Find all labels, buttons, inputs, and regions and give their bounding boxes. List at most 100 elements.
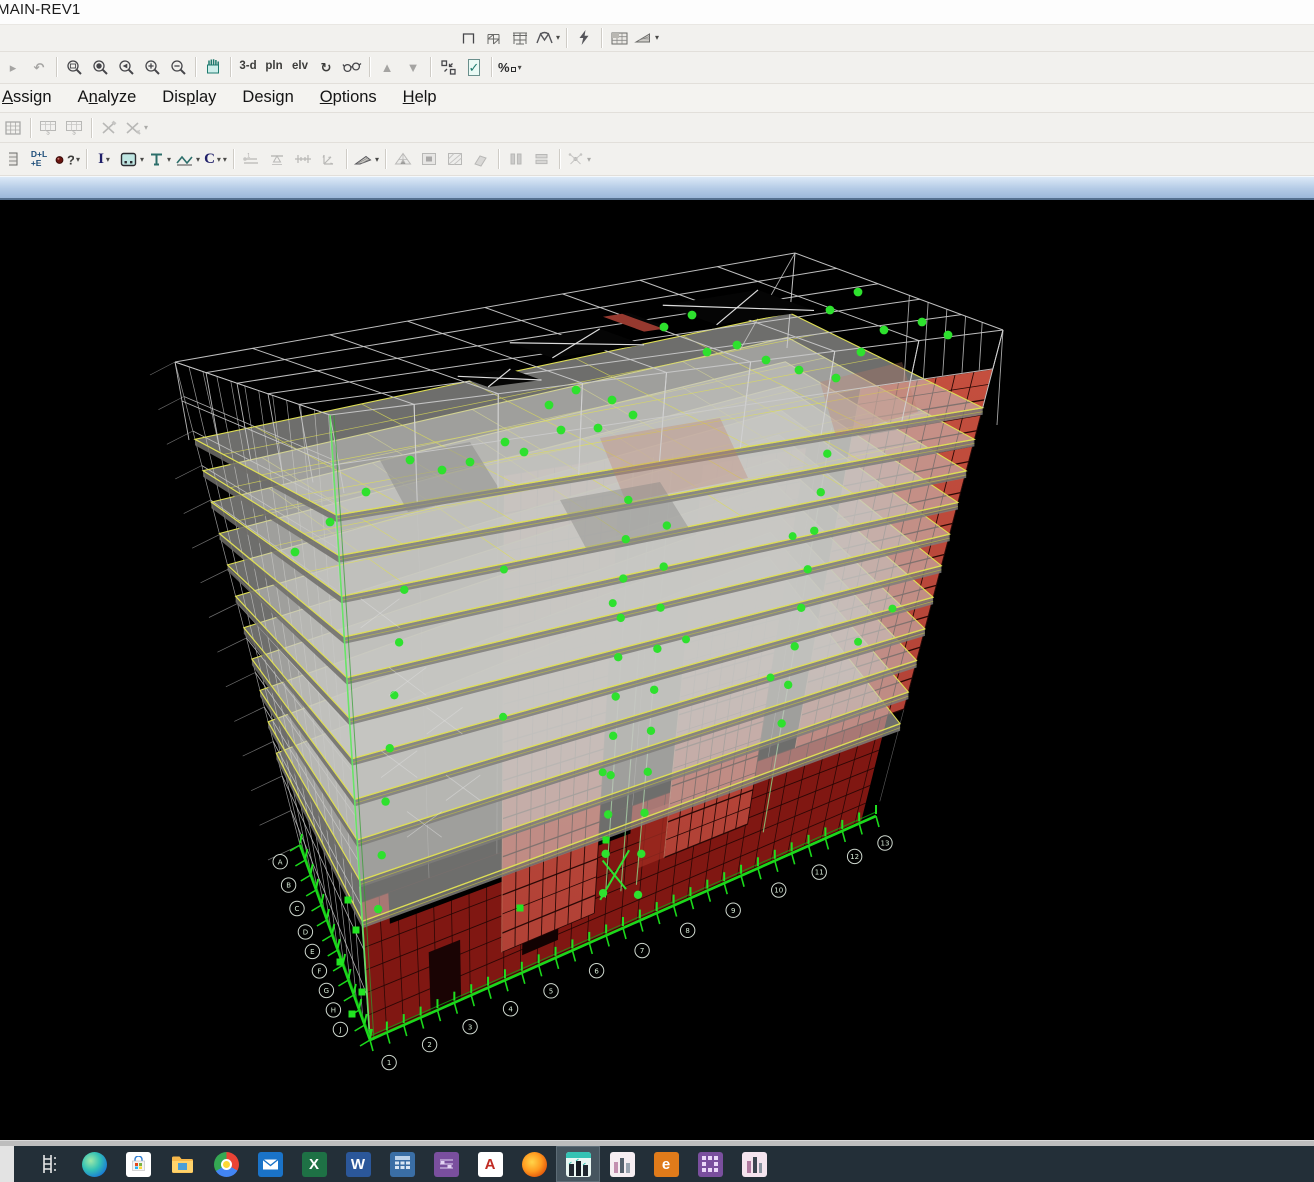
menu-help[interactable]: Help	[390, 85, 450, 112]
perspective-toggle-icon[interactable]	[340, 55, 364, 79]
dropdown-arrow-icon[interactable]: ▾	[223, 155, 227, 164]
taskbar-autocad-icon[interactable]: A	[468, 1146, 512, 1182]
joint-support-icon	[265, 147, 289, 171]
svg-text:B: B	[286, 882, 291, 890]
braced-frame-template-icon[interactable]	[482, 26, 506, 50]
rotate-view-icon[interactable]: ↻	[314, 55, 338, 79]
taskbar-word-icon[interactable]: W	[336, 1146, 380, 1182]
dropdown-arrow-icon[interactable]: ▾	[196, 155, 200, 164]
object-shrink-toggle-icon[interactable]	[436, 55, 460, 79]
toolbar-separator	[369, 57, 370, 77]
svg-text:D: D	[303, 929, 308, 937]
edge-clipped-icon[interactable]	[1, 147, 25, 171]
svg-text:5: 5	[549, 987, 553, 995]
restore-full-view-icon[interactable]	[88, 55, 112, 79]
dropdown-arrow-icon[interactable]: ▾	[556, 33, 560, 42]
dropdown-arrow-icon[interactable]: ▾	[140, 155, 144, 164]
previous-zoom-icon[interactable]	[114, 55, 138, 79]
frame-section-icon[interactable]: I▾	[92, 147, 116, 171]
zoom-out-icon[interactable]	[166, 55, 190, 79]
area-ramp-icon[interactable]: ▾	[352, 147, 380, 171]
menu-display[interactable]: Display	[149, 85, 229, 112]
dropdown-arrow-icon[interactable]: ▾	[655, 33, 659, 42]
menu-options[interactable]: Options	[307, 85, 390, 112]
portal-frame-template-icon[interactable]	[456, 26, 480, 50]
menu-assign[interactable]: Assign	[0, 85, 65, 112]
channel-section-icon[interactable]: C▾▾	[203, 147, 228, 171]
tee-section-icon[interactable]: ▾	[147, 147, 172, 171]
svg-text:11: 11	[815, 869, 824, 877]
special-frame-template-icon[interactable]: ▾	[534, 26, 561, 50]
view-window-titlebar[interactable]	[0, 176, 1314, 200]
view-3d-icon[interactable]: 3-d	[236, 55, 260, 79]
pier-label-icon	[469, 147, 493, 171]
taskbar-store-icon[interactable]	[116, 1146, 160, 1182]
taskbar-explorer-icon[interactable]	[160, 1146, 204, 1182]
grid-table-icon	[1, 116, 25, 140]
toolbar-view: ▸↶3-dplnelv↻▲▼✓%▾	[0, 52, 1314, 84]
toolbar-separator	[385, 149, 386, 169]
menu-design[interactable]: Design	[229, 85, 306, 112]
taskbar-safe-icon[interactable]	[688, 1146, 732, 1182]
taskbar-etabs-e-icon[interactable]: e	[644, 1146, 688, 1182]
column-bars-icon	[504, 147, 528, 171]
taskbar-etabs-icon[interactable]	[556, 1146, 600, 1182]
dropdown-arrow-icon[interactable]: ▾	[518, 63, 522, 72]
run-check-icon[interactable]: ?▾	[53, 147, 81, 171]
taskbar-purple-app-icon[interactable]	[424, 1146, 468, 1182]
plan-view-icon[interactable]: pln	[262, 55, 286, 79]
taskbar-chrome-icon[interactable]	[204, 1146, 248, 1182]
rubber-band-zoom-icon[interactable]	[62, 55, 86, 79]
run-analysis-icon[interactable]	[572, 26, 596, 50]
toolbar-define: $$▾	[0, 113, 1314, 143]
taskbar-excel-icon[interactable]: X	[292, 1146, 336, 1182]
svg-text:H: H	[331, 1007, 336, 1015]
taskbar-calculator-icon[interactable]	[380, 1146, 424, 1182]
dropdown-arrow-icon[interactable]: ▾	[76, 155, 80, 164]
dropdown-arrow-icon[interactable]: ▾	[167, 155, 171, 164]
taskbar-csi-building-icon[interactable]	[732, 1146, 776, 1182]
toolbar-separator	[56, 57, 57, 77]
toolbar-separator	[346, 149, 347, 169]
zoom-in-icon[interactable]	[140, 55, 164, 79]
svg-text:E: E	[310, 948, 314, 956]
taskbar-app-filmstrip-icon[interactable]	[28, 1146, 72, 1182]
taskbar-firefox-icon[interactable]	[512, 1146, 556, 1182]
title-bar: MAIN-REV1	[0, 0, 1314, 25]
taskbar-mail-icon[interactable]	[248, 1146, 292, 1182]
etabs-window: MAIN-REV1 ▾▾ ▸↶3-dplnelv↻▲▼✓%▾ AssignAna…	[0, 0, 1314, 1182]
dropdown-arrow-icon[interactable]: ▾	[217, 155, 221, 164]
load-combination-icon[interactable]: D+L +E	[27, 147, 51, 171]
svg-text:7: 7	[640, 947, 644, 955]
toolbar-separator	[491, 57, 492, 77]
svg-text:12: 12	[850, 853, 859, 861]
storage-frame-template-icon[interactable]	[508, 26, 532, 50]
dropdown-arrow-icon[interactable]: ▾	[587, 155, 591, 164]
undo-view-icon: ↶	[27, 55, 51, 79]
pan-icon[interactable]	[201, 55, 225, 79]
3d-building-model[interactable]: 12345678910111213ABCDEFGHJ	[0, 200, 1314, 1140]
svg-text:3: 3	[468, 1023, 472, 1031]
dropdown-arrow-icon[interactable]: ▾	[106, 155, 110, 164]
wall-template-icon[interactable]	[607, 26, 631, 50]
dropdown-arrow-icon[interactable]: ▾	[144, 123, 148, 132]
deck-section-icon[interactable]: ▾	[174, 147, 201, 171]
frame-release-icon: 1	[239, 147, 263, 171]
ramp-template-icon[interactable]: ▾	[633, 26, 660, 50]
dropdown-arrow-icon[interactable]: ▾	[375, 155, 379, 164]
svg-text:1: 1	[387, 1059, 391, 1067]
screen-edge-strip	[0, 1146, 14, 1182]
taskbar-edge-icon[interactable]	[72, 1146, 116, 1182]
elevation-view-icon[interactable]: elv	[288, 55, 312, 79]
taskbar-sap2000-icon[interactable]	[600, 1146, 644, 1182]
toolbar-separator	[230, 57, 231, 77]
snap-percent-icon[interactable]: %▾	[497, 55, 523, 79]
menu-analyze[interactable]: Analyze	[65, 85, 150, 112]
toolbar-separator	[430, 57, 431, 77]
toolbar-separator	[86, 149, 87, 169]
svg-text:?: ?	[67, 152, 74, 167]
set-display-options-icon[interactable]: ✓	[462, 55, 486, 79]
wall-section-icon[interactable]: ▾	[118, 147, 145, 171]
model-viewport[interactable]: 12345678910111213ABCDEFGHJ	[0, 200, 1314, 1140]
modify-tool-icon: ▾	[123, 116, 149, 140]
